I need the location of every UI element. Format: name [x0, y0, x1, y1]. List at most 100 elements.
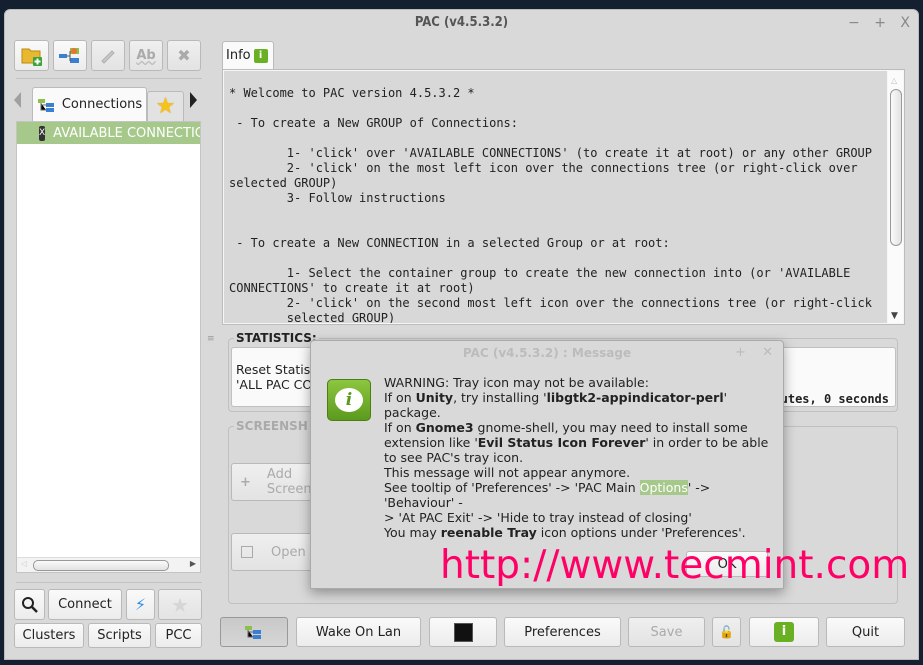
text-bold: reenable Tray — [440, 525, 537, 540]
scrollbar-thumb[interactable] — [890, 89, 902, 246]
tabs-scroll-right-arrow[interactable] — [190, 92, 197, 108]
edit-button[interactable] — [91, 40, 125, 71]
message-line: > 'At PAC Exit' -> 'Hide to tray instead… — [384, 510, 692, 525]
favourite-button[interactable]: ★ — [158, 589, 202, 620]
text: If on — [384, 420, 416, 435]
x-delete-icon: ✖ — [177, 46, 191, 65]
message-line: package. — [384, 405, 441, 420]
text: You may — [384, 525, 441, 540]
scroll-down-arrow[interactable]: ▼ — [891, 311, 898, 321]
connection-tree-icon — [59, 47, 79, 63]
wake-on-lan-label: Wake On Lan — [315, 624, 402, 640]
plus-icon: + — [240, 474, 251, 490]
connect-label: Connect — [58, 597, 112, 612]
add-connection-button[interactable] — [53, 40, 87, 71]
scrollbar-thumb[interactable] — [33, 560, 169, 571]
folder-add-icon — [21, 48, 42, 66]
save-label: Save — [650, 624, 683, 640]
tab-favourites[interactable]: ★ — [147, 91, 184, 121]
message-line: WARNING: Tray icon may not be available: — [384, 375, 649, 390]
preferences-label: Preferences — [524, 624, 601, 640]
info-bubble-icon: i — [327, 379, 371, 421]
text: extension like ' — [384, 435, 478, 450]
screenshots-label: SCREENSH — [234, 419, 310, 433]
tabs-scroll-left-arrow[interactable] — [14, 92, 21, 108]
pcc-button[interactable]: PCC — [155, 623, 202, 648]
text-bold: Gnome3 — [415, 420, 474, 435]
text: icon options under 'Preferences'. — [536, 525, 746, 540]
tab-connections-label: Connections — [61, 97, 143, 112]
star-icon: ★ — [171, 592, 189, 617]
statistics-line-2: 'ALL PAC CO — [236, 377, 313, 392]
message-line: to see PAC's tray icon. — [384, 450, 524, 465]
about-button[interactable]: i — [749, 617, 819, 647]
tab-info-label: Info — [226, 48, 251, 63]
rename-button[interactable]: Ab — [129, 40, 163, 71]
tab-info[interactable]: Info i — [222, 41, 274, 69]
text: gnome-shell, you may need to install som… — [473, 420, 748, 435]
dialog-title: PAC (v4.5.3.2) : Message — [462, 346, 632, 360]
text: If on — [384, 390, 416, 405]
scroll-up-arrow[interactable]: △ — [891, 76, 897, 85]
scripts-label: Scripts — [97, 628, 142, 643]
dialog-message: WARNING: Tray icon may not be available:… — [384, 375, 779, 540]
info-bubble-icon: i — [253, 48, 268, 63]
add-group-button[interactable] — [14, 40, 49, 71]
left-bottom-separator — [16, 582, 202, 583]
text-bold: Evil Status Icon Forever — [477, 435, 646, 450]
message-line: If on Unity, try installing 'libgtk2-app… — [384, 390, 779, 405]
search-icon — [21, 596, 38, 613]
quit-button[interactable]: Quit — [826, 617, 905, 647]
text: ' — [723, 390, 728, 405]
quick-connect-button[interactable]: ⚡ — [126, 589, 155, 620]
lock-icon: 🔓 — [719, 625, 734, 639]
save-button[interactable]: Save — [628, 617, 705, 647]
message-line: See tooltip of 'Preferences' -> 'PAC Mai… — [384, 480, 779, 510]
tree-horizontal-scrollbar[interactable]: ◁ ▶ — [17, 557, 200, 572]
star-favourites-icon: ★ — [155, 94, 176, 119]
connections-tree[interactable]: X AVAILABLE CONNECTIONS ◁ ▶ — [16, 121, 201, 573]
info-pane: * Welcome to PAC version 4.5.3.2 * - To … — [222, 69, 905, 325]
statistics-text: Reset Statist 'ALL PAC CO — [236, 362, 315, 392]
quit-label: Quit — [851, 624, 880, 640]
message-line: You may reenable Tray icon options under… — [384, 525, 779, 540]
scripts-button[interactable]: Scripts — [88, 623, 151, 648]
connect-button[interactable]: Connect — [48, 589, 122, 620]
dialog-maximize-button[interactable]: + — [735, 345, 746, 360]
text: , try installing ' — [453, 390, 547, 405]
tree-item-label: AVAILABLE CONNECTIONS — [53, 125, 200, 141]
scroll-right-arrow[interactable]: ▶ — [190, 559, 196, 568]
clusters-label: Clusters — [22, 628, 76, 643]
preferences-button[interactable]: Preferences — [504, 617, 621, 647]
add-screenshot-label-1: Add — [266, 467, 293, 482]
wake-on-lan-button[interactable]: Wake On Lan — [296, 617, 421, 647]
delete-button[interactable]: ✖ — [167, 40, 201, 71]
pane-resize-handle[interactable]: ≡ — [207, 335, 215, 346]
clusters-button[interactable]: Clusters — [14, 623, 84, 648]
add-screenshot-label-2: Screen — [266, 482, 312, 497]
toggle-tree-button[interactable] — [220, 617, 288, 647]
close-button[interactable]: X — [900, 15, 910, 31]
statistics-time: utes, 0 seconds — [780, 392, 889, 406]
info-bubble-glyph: i — [335, 388, 363, 412]
toolbar-separator — [16, 78, 202, 79]
connections-tree-icon — [37, 98, 54, 112]
statistics-line-1: Reset Statist — [236, 362, 316, 377]
info-text: * Welcome to PAC version 4.5.3.2 * - To … — [224, 71, 887, 323]
tree-item-available-connections[interactable]: X AVAILABLE CONNECTIONS — [17, 122, 200, 144]
search-button[interactable] — [14, 589, 45, 620]
text-highlighted: Options — [639, 480, 688, 495]
maximize-button[interactable]: + — [874, 15, 886, 31]
tab-connections[interactable]: Connections — [32, 87, 147, 121]
terminal-button[interactable] — [429, 617, 497, 647]
window-title: PAC (v4.5.3.2) — [414, 15, 509, 30]
scroll-left-arrow[interactable]: ◁ — [21, 559, 27, 568]
minimize-button[interactable]: − — [848, 15, 860, 31]
message-line: This message will not appear anymore. — [384, 465, 631, 480]
dialog-close-button[interactable]: ✕ — [762, 345, 773, 360]
window-controls: − + X — [838, 10, 910, 36]
text: See tooltip of 'Preferences' -> 'PAC Mai… — [384, 480, 640, 495]
lock-button[interactable]: 🔓 — [712, 617, 741, 647]
info-vertical-scrollbar[interactable]: △ ▼ — [888, 71, 903, 323]
dialog-controls: + ✕ — [723, 341, 773, 365]
